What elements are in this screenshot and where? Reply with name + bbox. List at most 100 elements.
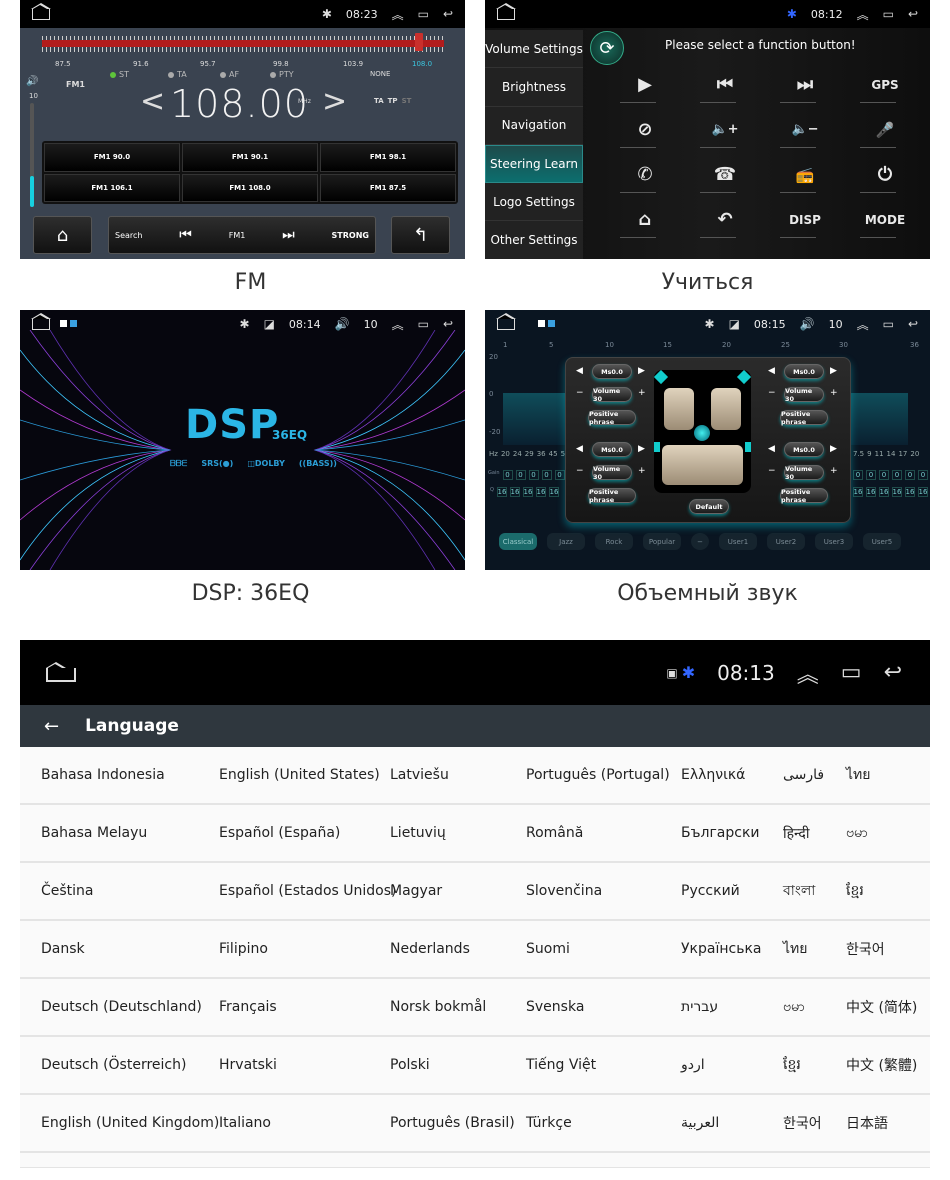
power-button[interactable]: ⏻ xyxy=(845,152,925,197)
gain-box[interactable]: 0 xyxy=(905,470,915,480)
language-option[interactable]: فارسی xyxy=(783,747,824,803)
q-box[interactable]: 16 xyxy=(879,487,889,497)
language-option[interactable]: Polski xyxy=(390,1037,430,1093)
phase-button[interactable]: Positive phrase xyxy=(780,488,828,504)
language-option[interactable]: Hrvatski xyxy=(219,1037,277,1093)
preset-user2[interactable]: User2 xyxy=(767,533,805,550)
home-button[interactable]: ⌂ xyxy=(33,216,92,254)
gain-box[interactable]: 0 xyxy=(918,470,928,480)
volume-decrease-button[interactable]: − xyxy=(768,388,776,398)
home-icon[interactable] xyxy=(31,313,51,330)
language-option[interactable]: Suomi xyxy=(526,921,570,977)
language-option[interactable]: ဗမာ xyxy=(846,805,868,861)
delay-increase-button[interactable]: ▶ xyxy=(638,366,645,376)
language-option[interactable]: ไทย xyxy=(783,921,807,977)
preset-button[interactable]: FM1 106.1 xyxy=(44,173,180,202)
menu-item-other-settings[interactable]: Other Settings xyxy=(485,221,583,259)
menu-item-steering-learn[interactable]: Steering Learn xyxy=(485,144,583,184)
tune-up-button[interactable]: > xyxy=(322,84,347,119)
language-option[interactable]: ဗမာ xyxy=(783,979,805,1035)
language-option[interactable]: Español (Estados Unidos) xyxy=(219,863,396,919)
language-option[interactable]: English (United Kingdom) xyxy=(41,1095,219,1151)
preset-button[interactable]: FM1 90.1 xyxy=(182,143,318,172)
gain-box[interactable]: 0 xyxy=(892,470,902,480)
default-button[interactable]: Default xyxy=(689,499,729,514)
recent-apps-icon[interactable]: ▭ xyxy=(841,660,862,685)
listening-position-icon[interactable] xyxy=(694,425,710,441)
gps-button[interactable]: GPS xyxy=(845,62,925,107)
volume-value[interactable]: Volume 30 xyxy=(592,387,632,403)
q-box[interactable]: 16 xyxy=(509,487,520,497)
hang-up-button[interactable]: ☎ xyxy=(685,152,765,197)
language-option[interactable]: Filipino xyxy=(219,921,268,977)
q-box[interactable]: 16 xyxy=(866,487,876,497)
phase-button[interactable]: Positive phrase xyxy=(780,410,828,426)
preset-button[interactable]: FM1 90.0 xyxy=(44,143,180,172)
volume-increase-button[interactable]: + xyxy=(638,388,646,398)
preset-user5[interactable]: User5 xyxy=(863,533,901,550)
gain-box[interactable]: 0 xyxy=(554,470,565,480)
language-option[interactable]: العربية xyxy=(681,1095,719,1151)
q-box[interactable]: 16 xyxy=(918,487,928,497)
language-option[interactable]: বাংলা xyxy=(783,863,815,919)
language-option[interactable]: Українська xyxy=(681,921,761,977)
q-box[interactable]: 16 xyxy=(496,487,507,497)
preset-popular[interactable]: Popular xyxy=(643,533,681,550)
delay-value[interactable]: Ms0.0 xyxy=(784,442,824,457)
back-button[interactable]: ↰ xyxy=(391,216,450,254)
preset-classical[interactable]: Classical xyxy=(499,533,537,550)
preset-button[interactable]: FM1 108.0 xyxy=(182,173,318,202)
signal-strength-button[interactable]: STRONG xyxy=(332,231,369,240)
recent-apps-icon[interactable]: ▭ xyxy=(883,7,894,21)
back-function-button[interactable]: ↶ xyxy=(685,197,765,242)
language-option[interactable]: Latviešu xyxy=(390,747,449,803)
gain-box[interactable]: 0 xyxy=(515,470,526,480)
language-option[interactable]: Slovenčina xyxy=(526,863,602,919)
volume-down-button[interactable]: 🔈− xyxy=(765,107,845,152)
radio-button[interactable]: 📻 xyxy=(765,152,845,197)
language-option[interactable]: 中文 (简体) xyxy=(846,979,917,1035)
tune-down-button[interactable]: < xyxy=(140,84,165,119)
back-icon[interactable]: ↩ xyxy=(443,317,453,331)
preset-button[interactable]: FM1 87.5 xyxy=(320,173,456,202)
delay-decrease-button[interactable]: ◀ xyxy=(768,366,775,376)
volume-slider[interactable] xyxy=(30,103,34,207)
phase-button[interactable]: Positive phrase xyxy=(588,488,636,504)
delay-value[interactable]: Ms0.0 xyxy=(592,442,632,457)
gain-box[interactable]: 0 xyxy=(502,470,513,480)
language-option[interactable]: Deutsch (Deutschland) xyxy=(41,979,202,1035)
q-box[interactable]: 16 xyxy=(535,487,546,497)
mute-button[interactable]: ⊘ xyxy=(605,107,685,152)
expand-icon[interactable]: ︽ xyxy=(392,6,404,23)
language-option[interactable]: Italiano xyxy=(219,1095,271,1151)
language-option[interactable]: Magyar xyxy=(390,863,442,919)
volume-value[interactable]: Volume 30 xyxy=(592,465,632,481)
language-option[interactable]: 日本語 xyxy=(846,1095,888,1151)
delay-decrease-button[interactable]: ◀ xyxy=(576,366,583,376)
search-button[interactable]: Search xyxy=(115,231,142,240)
language-option[interactable]: Bahasa Indonesia xyxy=(41,747,165,803)
car-interior-image[interactable] xyxy=(654,370,751,493)
gain-box[interactable]: 0 xyxy=(853,470,863,480)
delay-value[interactable]: Ms0.0 xyxy=(784,364,824,379)
mode-button[interactable]: MODE xyxy=(845,197,925,242)
phone-button[interactable]: ✆ xyxy=(605,152,685,197)
menu-item-navigation[interactable]: Navigation xyxy=(485,107,583,145)
delay-decrease-button[interactable]: ◀ xyxy=(576,444,583,454)
language-option[interactable]: Lietuvių xyxy=(390,805,446,861)
preset-user1[interactable]: User1 xyxy=(719,533,757,550)
gain-box[interactable]: 0 xyxy=(541,470,552,480)
delay-increase-button[interactable]: ▶ xyxy=(830,444,837,454)
volume-increase-button[interactable]: + xyxy=(830,466,838,476)
phase-button[interactable]: Positive phrase xyxy=(588,410,636,426)
language-option[interactable]: Norsk bokmål xyxy=(390,979,486,1035)
disp-button[interactable]: DISP xyxy=(765,197,845,242)
delay-value[interactable]: Ms0.0 xyxy=(592,364,632,379)
language-option[interactable]: Русский xyxy=(681,863,740,919)
language-option[interactable]: Bahasa Melayu xyxy=(41,805,147,861)
expand-icon[interactable]: ︽ xyxy=(857,316,869,333)
back-icon[interactable]: ↩ xyxy=(443,7,453,21)
language-option[interactable]: Čeština xyxy=(41,863,94,919)
language-option[interactable]: עברית xyxy=(681,979,718,1035)
volume-decrease-button[interactable]: − xyxy=(768,466,776,476)
